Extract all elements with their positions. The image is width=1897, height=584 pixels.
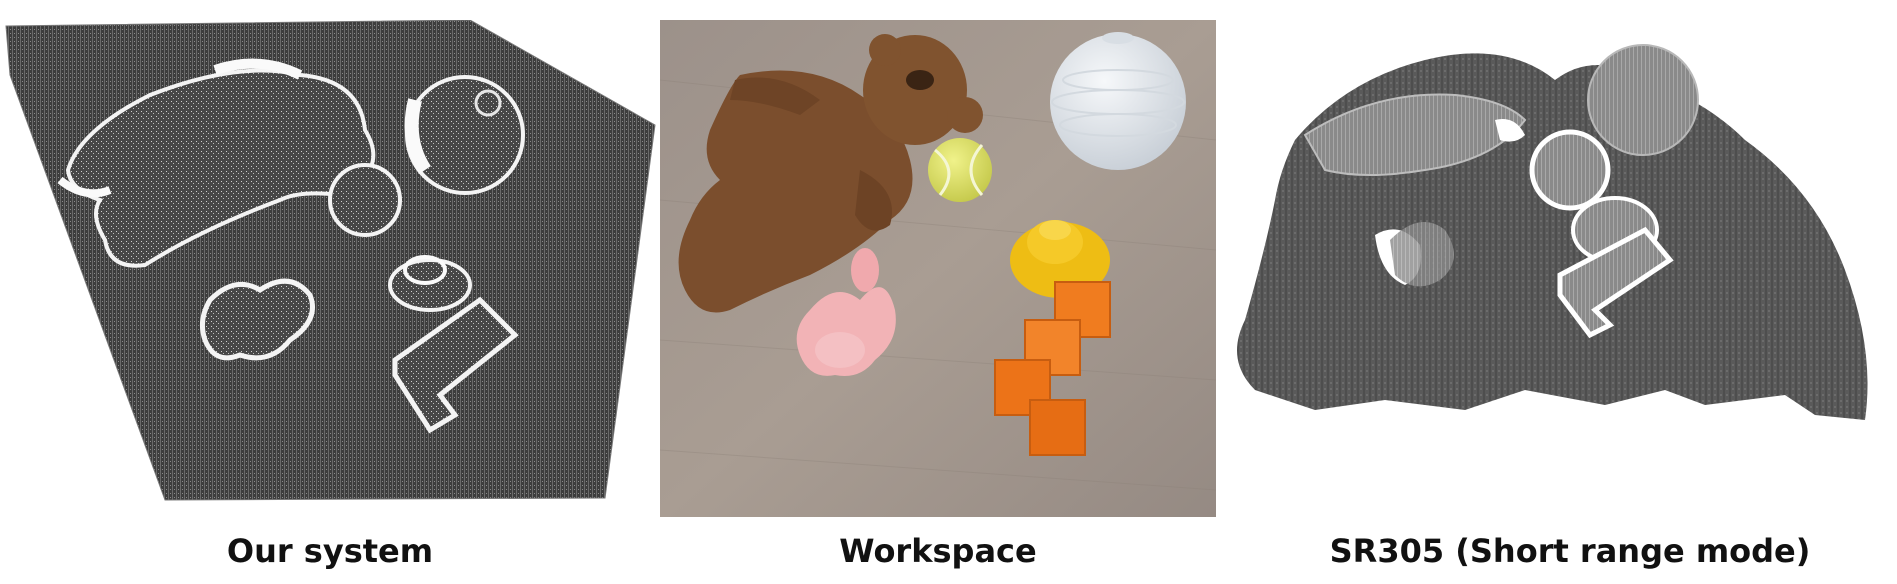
duck-cloud [388, 255, 472, 312]
sr305-pointcloud [1225, 20, 1897, 500]
sr305-surface [1237, 53, 1868, 420]
our-system-pointcloud [0, 20, 660, 510]
vase-cloud [404, 75, 525, 195]
vase-cloud-sr [1587, 44, 1699, 156]
workspace-photo [660, 20, 1216, 517]
caption-our-system: Our system [226, 532, 434, 570]
ball-cloud [328, 163, 402, 237]
caption-workspace: Workspace [839, 532, 1037, 570]
ball-cloud-sr [1529, 129, 1611, 211]
tennis-ball [928, 138, 992, 202]
caption-sr305: SR305 (Short range mode) [1329, 532, 1811, 570]
